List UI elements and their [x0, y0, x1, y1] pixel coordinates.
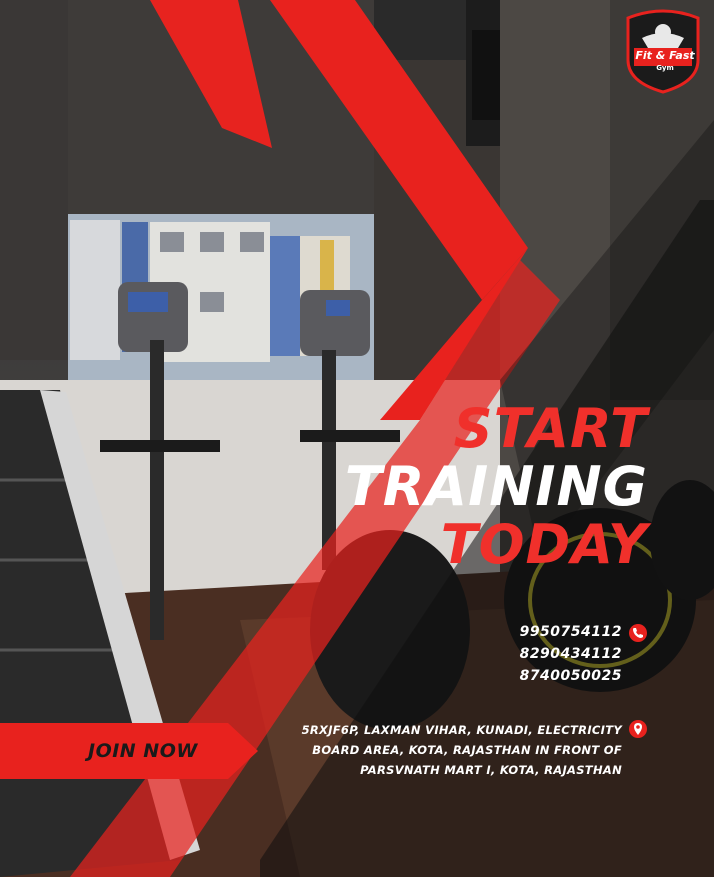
phone-number: 8290434112 [519, 646, 622, 662]
location-pin-icon [629, 720, 647, 738]
gym-poster: Fit & Fast Gym START TRAINING TODAY 9950… [0, 0, 714, 877]
phone-number: 8740050025 [519, 668, 622, 684]
address-block: 5RXJF6P, LAXMAN VIHAR, KUNADI, ELECTRICI… [300, 720, 622, 780]
logo-subtitle: Gym [656, 64, 674, 72]
address-line: BOARD AREA, KOTA, RAJASTHAN IN FRONT OF [312, 743, 622, 757]
headline-line-3: TODAY [440, 513, 648, 576]
phone-icon [629, 624, 647, 642]
headline-line-2: TRAINING [344, 455, 648, 518]
address-line: 5RXJF6P, LAXMAN VIHAR, KUNADI, ELECTRICI… [301, 723, 622, 737]
headline-line-1: START [453, 397, 648, 460]
join-now-label: JOIN NOW [88, 740, 198, 762]
logo-brand-name: Fit & Fast [635, 49, 695, 62]
address-line: PARSVNATH MART I, KOTA, RAJASTHAN [360, 763, 622, 777]
phone-number: 9950754112 [519, 624, 622, 640]
